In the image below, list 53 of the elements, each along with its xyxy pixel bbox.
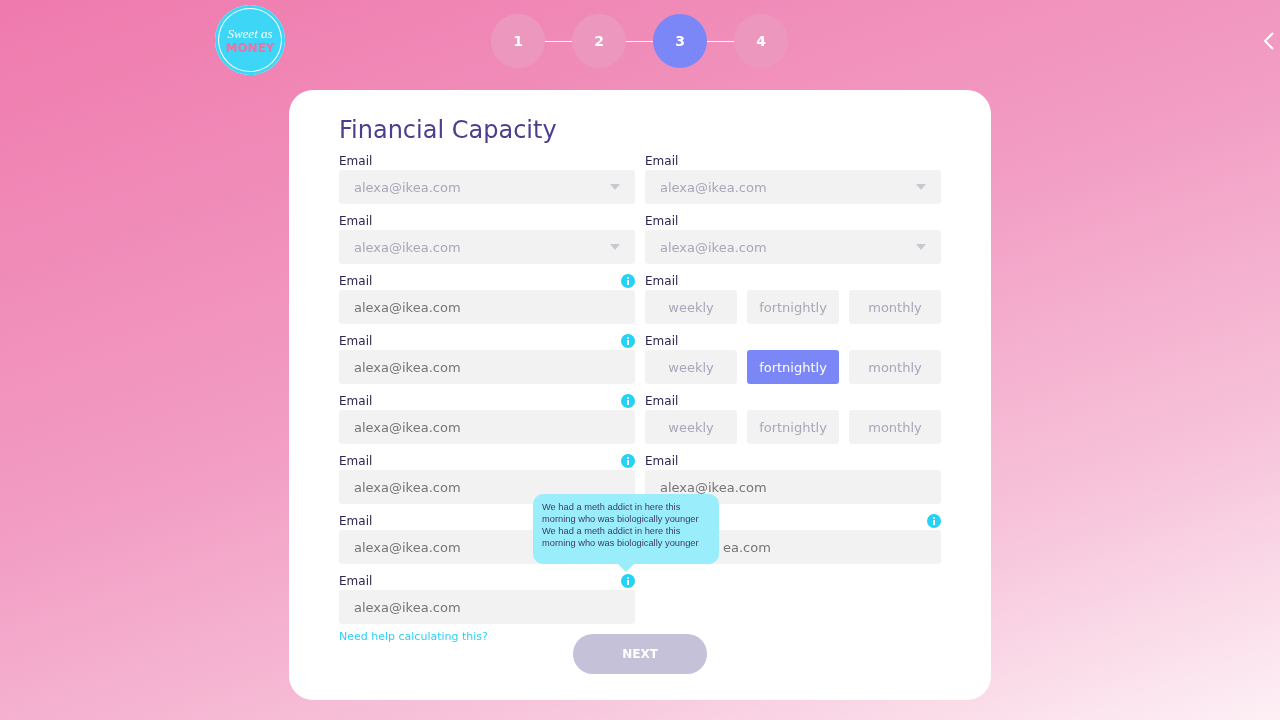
frequency-option[interactable]: weekly — [645, 290, 737, 324]
field-label: Email — [339, 514, 373, 528]
field-label: Email — [339, 154, 373, 168]
next-button[interactable]: NEXT — [573, 634, 707, 674]
field-label: Email — [645, 214, 679, 228]
frequency-option[interactable]: fortnightly — [747, 350, 839, 384]
field-label: Email — [339, 274, 373, 288]
field-label: Email — [339, 574, 373, 588]
caret-icon — [916, 184, 926, 190]
frequency-option[interactable]: monthly — [849, 350, 941, 384]
step-indicator[interactable]: 3 — [653, 14, 707, 68]
info-icon[interactable] — [621, 274, 635, 288]
input-field[interactable]: alexa@ikea.com — [339, 470, 635, 504]
logo: Sweet as MONEY — [215, 5, 285, 75]
caret-icon — [610, 244, 620, 250]
field-label: Email — [645, 394, 679, 408]
step-indicator[interactable]: 4 — [734, 14, 788, 68]
help-link[interactable]: Need help calculating this? — [339, 630, 488, 643]
field-label: Email — [339, 394, 373, 408]
caret-icon — [916, 244, 926, 250]
select-field[interactable]: alexa@ikea.com — [339, 170, 635, 204]
field-label: Email — [645, 274, 679, 288]
field-label: Email — [339, 454, 373, 468]
info-icon[interactable] — [621, 334, 635, 348]
field-label: Email — [339, 334, 373, 348]
frequency-option[interactable]: monthly — [849, 290, 941, 324]
caret-icon — [610, 184, 620, 190]
input-field[interactable]: alexa@ikea.com — [339, 290, 635, 324]
select-field[interactable]: alexa@ikea.com — [645, 230, 941, 264]
step-indicator[interactable]: 1 — [491, 14, 545, 68]
input-field[interactable]: alexa@ikea.com — [339, 410, 635, 444]
field-label: Email — [339, 214, 373, 228]
field-label: Email — [645, 334, 679, 348]
frequency-option[interactable]: fortnightly — [747, 410, 839, 444]
frequency-option[interactable]: weekly — [645, 350, 737, 384]
field-label: Email — [645, 454, 679, 468]
info-icon[interactable] — [621, 574, 635, 588]
input-field[interactable]: alexa@ikea.com — [339, 350, 635, 384]
frequency-option[interactable]: weekly — [645, 410, 737, 444]
form-title: Financial Capacity — [339, 115, 558, 142]
field-label: Email — [645, 154, 679, 168]
input-field[interactable]: alexa@ikea.com — [339, 590, 635, 624]
input-field[interactable]: alexa@ikea.com — [645, 470, 941, 504]
info-icon[interactable] — [621, 394, 635, 408]
step-indicator[interactable]: 2 — [572, 14, 626, 68]
info-icon[interactable] — [621, 454, 635, 468]
tooltip: We had a meth addict in here this morning who was biologically younger We had a meth addict in here this morning who was biologically younger — [533, 494, 719, 572]
frequency-option[interactable]: monthly — [849, 410, 941, 444]
frequency-option[interactable]: fortnightly — [747, 290, 839, 324]
select-field[interactable]: alexa@ikea.com — [645, 170, 941, 204]
back-icon[interactable] — [1263, 32, 1275, 50]
select-field[interactable]: alexa@ikea.com — [339, 230, 635, 264]
info-icon[interactable] — [927, 514, 941, 528]
